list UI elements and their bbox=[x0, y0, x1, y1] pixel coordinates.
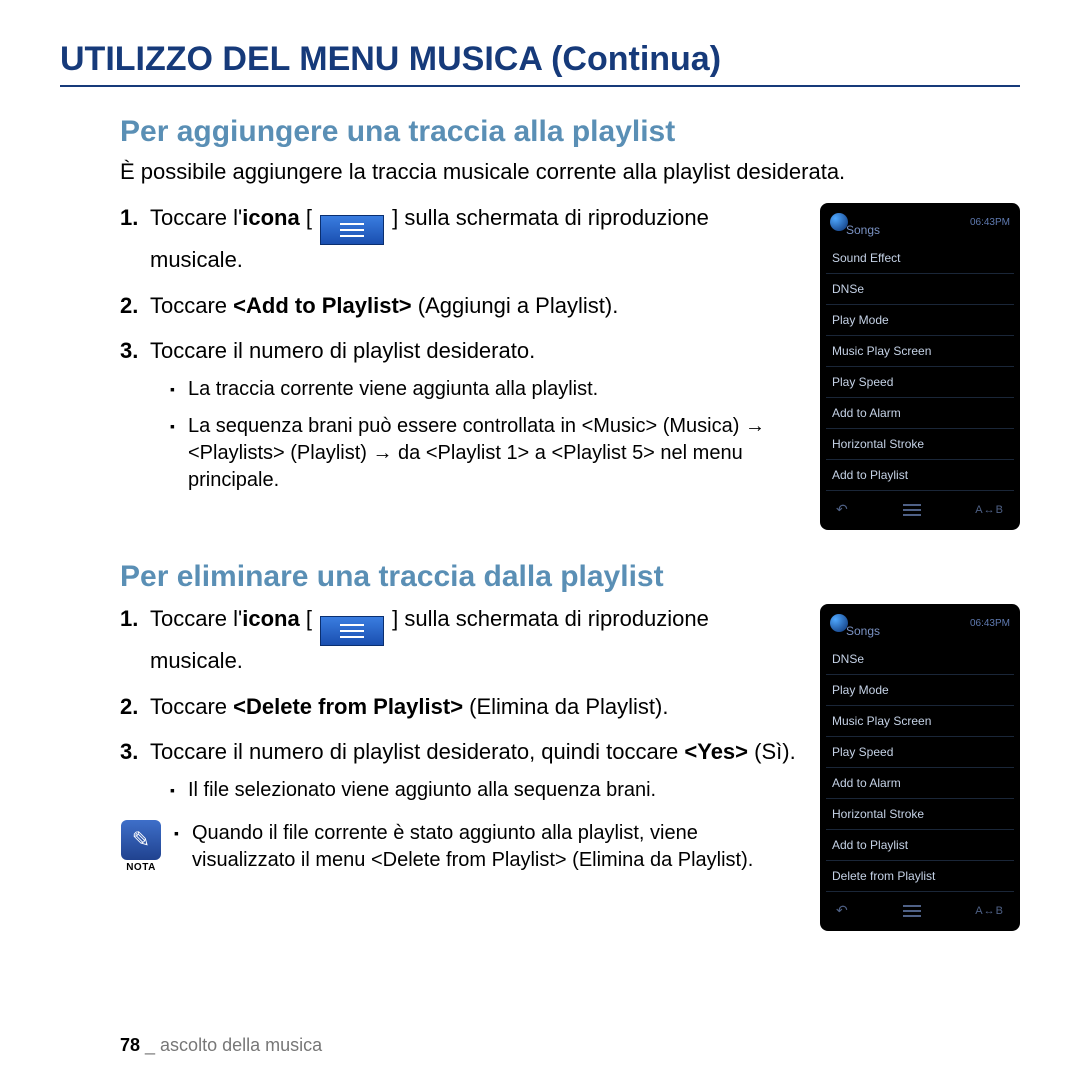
nota-text: Quando il file corrente è stato aggiunto… bbox=[174, 820, 800, 874]
list-item: Add to Alarm bbox=[826, 398, 1014, 429]
s1-step1: Toccare l'icona [ ] sulla schermata di r… bbox=[120, 203, 800, 275]
device-mock-2: 06:43PM Songs DNSe Play Mode Music Play … bbox=[820, 604, 1020, 931]
section1-heading: Per aggiungere una traccia alla playlist bbox=[120, 115, 1020, 149]
section2-heading: Per eliminare una traccia dalla playlist bbox=[120, 560, 1020, 594]
ab-repeat: A↔B bbox=[975, 504, 1004, 516]
list-item: Delete from Playlist bbox=[826, 861, 1014, 892]
list-item: Add to Alarm bbox=[826, 768, 1014, 799]
nota-label: NOTA bbox=[120, 862, 162, 873]
s1-bullet1: La traccia corrente viene aggiunta alla … bbox=[170, 376, 800, 403]
page-number: 78 bbox=[120, 1035, 140, 1055]
list-item: Add to Playlist bbox=[826, 460, 1014, 491]
list-item: DNSe bbox=[826, 274, 1014, 305]
list-item: Play Mode bbox=[826, 675, 1014, 706]
device-mock-1: 06:43PM Songs Sound Effect DNSe Play Mod… bbox=[820, 203, 1020, 530]
list-item: Play Speed bbox=[826, 367, 1014, 398]
ab-repeat: A↔B bbox=[975, 905, 1004, 917]
list-item: DNSe bbox=[826, 644, 1014, 675]
list-item: Horizontal Stroke bbox=[826, 799, 1014, 830]
s2-step1: Toccare l'icona [ ] sulla schermata di r… bbox=[120, 604, 800, 676]
s2-step2: Toccare <Delete from Playlist> (Elimina … bbox=[120, 692, 800, 722]
s1-bullet2: La sequenza brani può essere controllata… bbox=[170, 413, 800, 494]
hamburger-icon bbox=[320, 616, 384, 646]
list-item: Music Play Screen bbox=[826, 706, 1014, 737]
list-item: Music Play Screen bbox=[826, 336, 1014, 367]
nota-badge: ✎ NOTA bbox=[120, 820, 162, 873]
s1-step2: Toccare <Add to Playlist> (Aggiungi a Pl… bbox=[120, 291, 800, 321]
hamburger-icon bbox=[903, 910, 921, 912]
list-item: Play Mode bbox=[826, 305, 1014, 336]
footer-section: ascolto della musica bbox=[160, 1035, 322, 1055]
section1-intro: È possibile aggiungere la traccia musica… bbox=[120, 159, 1020, 185]
back-icon: ↶ bbox=[836, 902, 848, 919]
back-icon: ↶ bbox=[836, 501, 848, 518]
dev1-time: 06:43PM bbox=[970, 217, 1010, 228]
dev2-time: 06:43PM bbox=[970, 618, 1010, 629]
pencil-icon: ✎ bbox=[121, 820, 161, 860]
s2-bullet1: Il file selezionato viene aggiunto alla … bbox=[170, 777, 800, 804]
page-title: UTILIZZO DEL MENU MUSICA (Continua) bbox=[60, 40, 1020, 87]
page-footer: 78 _ ascolto della musica bbox=[120, 1035, 322, 1056]
hamburger-icon bbox=[903, 509, 921, 511]
list-item: Horizontal Stroke bbox=[826, 429, 1014, 460]
list-item: Sound Effect bbox=[826, 243, 1014, 274]
list-item: Play Speed bbox=[826, 737, 1014, 768]
s1-step3: Toccare il numero di playlist desiderato… bbox=[120, 336, 800, 494]
hamburger-icon bbox=[320, 215, 384, 245]
s2-step3: Toccare il numero di playlist desiderato… bbox=[120, 737, 800, 804]
list-item: Add to Playlist bbox=[826, 830, 1014, 861]
